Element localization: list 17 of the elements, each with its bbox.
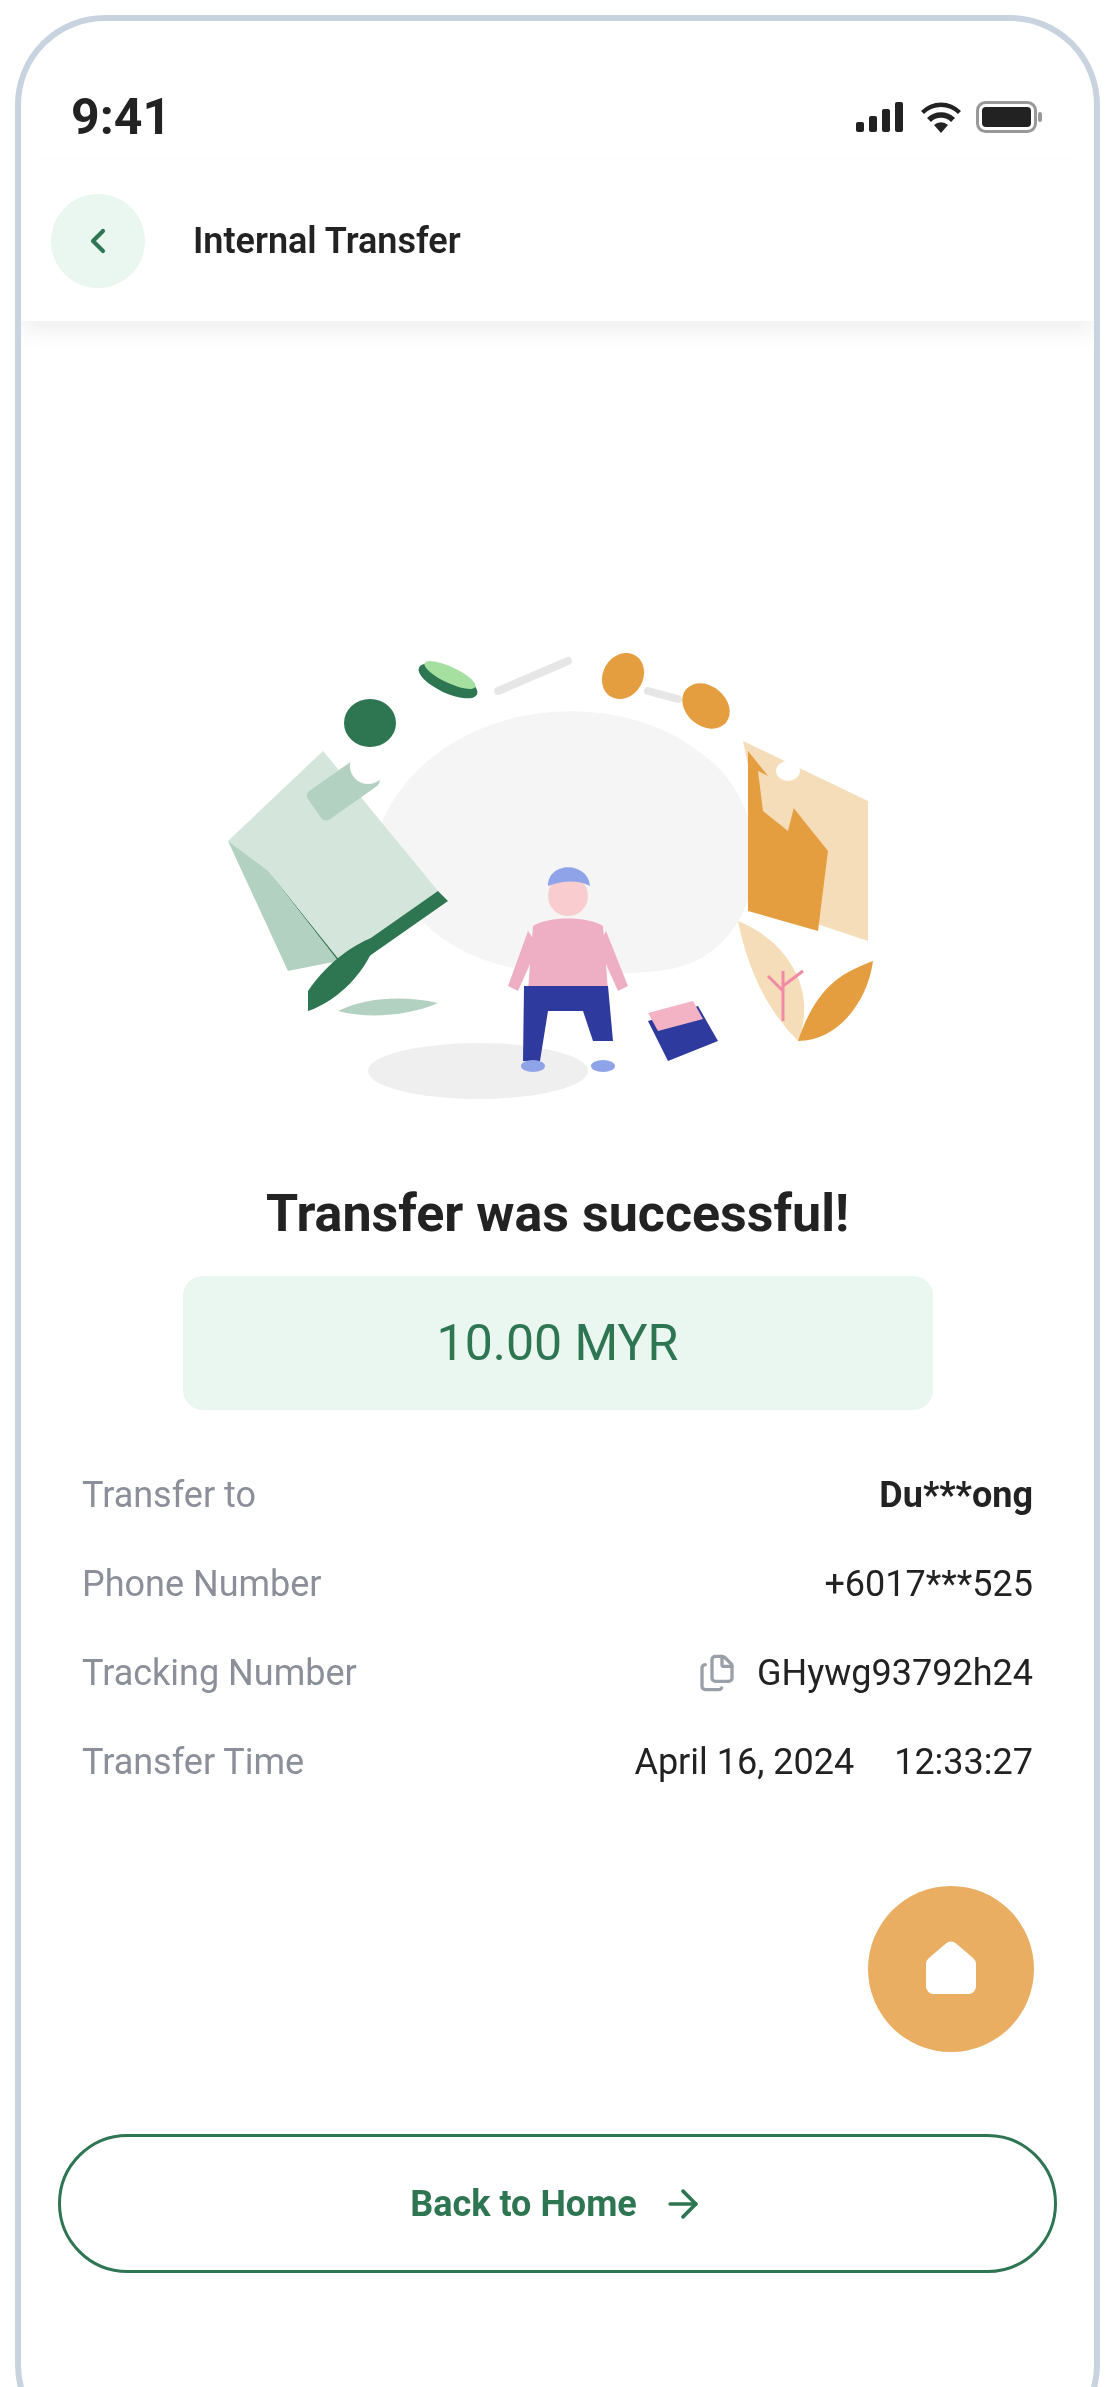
page-title: Internal Transfer [193,219,461,264]
detail-value: GHywg93792h24 [757,1650,1033,1696]
amount-box: 10.00 MYR [182,1276,933,1410]
signal-icon [856,102,906,132]
detail-label: Tracking Number [82,1650,357,1696]
status-time: 9:41 [71,92,172,142]
detail-label: Transfer to [82,1472,256,1518]
back-to-home-button[interactable]: Back to Home [58,2134,1057,2273]
detail-value: 12:33:27 [894,1739,1033,1785]
detail-value: +6017***525 [824,1561,1033,1607]
success-message: Transfer was successful! [265,1182,850,1246]
battery-icon [976,101,1044,133]
detail-value: April 16, 2024 [634,1739,855,1785]
detail-value: Du***ong [879,1472,1033,1518]
detail-label: Transfer Time [82,1739,305,1785]
wifi-icon [920,101,962,133]
detail-label: Phone Number [82,1561,322,1607]
